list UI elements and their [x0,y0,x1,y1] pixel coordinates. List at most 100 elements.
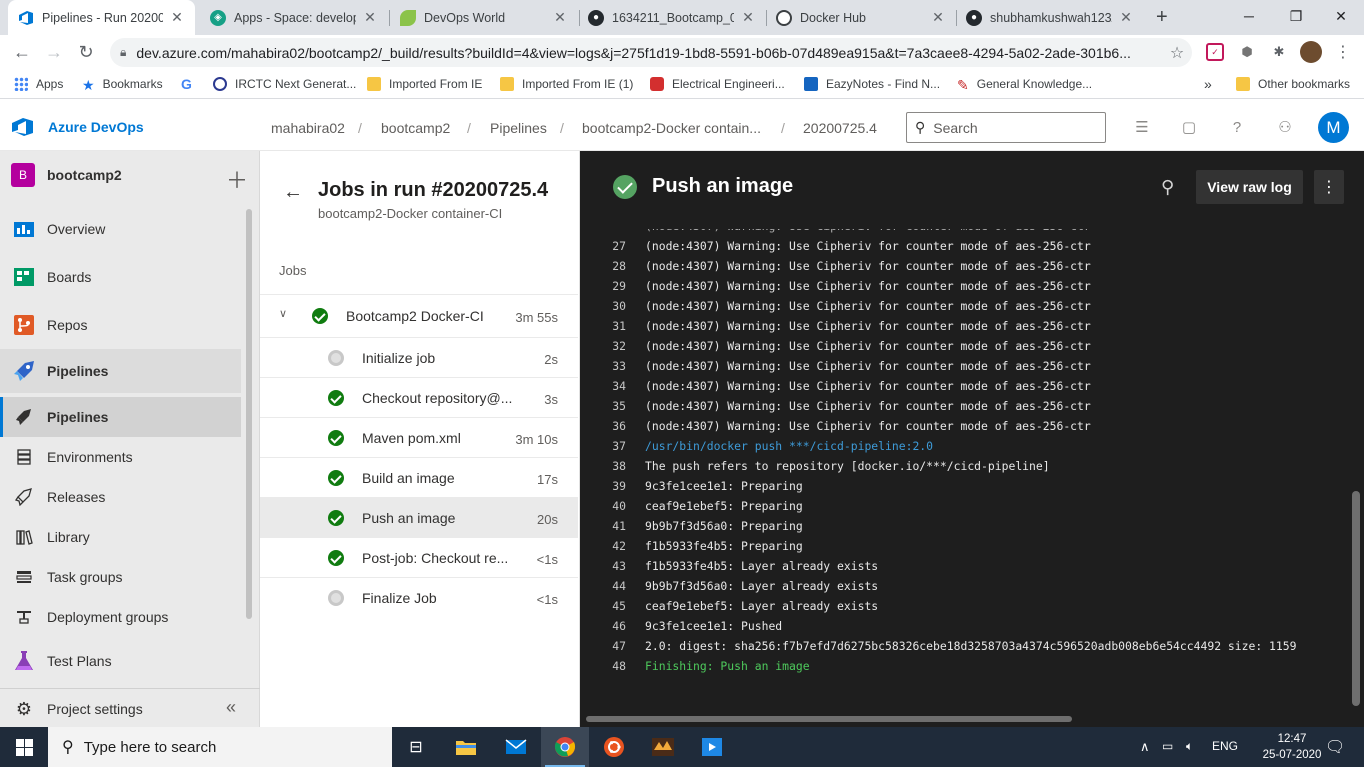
settings-list-icon[interactable]: ☰ [1132,117,1152,137]
user-avatar[interactable]: M [1318,112,1349,143]
browser-tab-apps[interactable]: ◈ Apps - Space: development ✕ [200,0,388,35]
bookmark-apps[interactable]: Apps [14,75,63,93]
close-icon[interactable]: ✕ [552,9,568,26]
log-vertical-scrollbar[interactable] [1352,491,1360,706]
sidebar-item-environments[interactable]: Environments [0,437,241,477]
chrome-taskbar-icon[interactable] [541,727,589,767]
close-icon[interactable]: ✕ [740,9,756,26]
close-icon[interactable]: ✕ [930,9,946,26]
user-settings-icon[interactable]: ⚇ [1275,117,1295,137]
breadcrumb-run[interactable]: 20200725.4 [803,120,877,136]
close-icon[interactable]: ✕ [1118,9,1134,26]
bookmarks-overflow-button[interactable]: » [1204,75,1212,93]
show-hidden-icons-icon[interactable]: ∧ [1140,739,1150,755]
reload-icon[interactable]: ↻ [74,40,98,64]
restore-icon[interactable]: ❐ [1273,0,1319,32]
step-row[interactable]: Maven pom.xml 3m 10s [260,417,578,457]
project-name[interactable]: bootcamp2 [47,167,122,183]
breadcrumb-project[interactable]: bootcamp2 [381,120,450,136]
browser-tab-pipelines[interactable]: Pipelines - Run 20200725.4 ✕ [8,0,195,35]
collapse-sidebar-icon[interactable]: « [226,697,236,718]
media-player-icon[interactable] [688,727,736,767]
sidebar-item-deployment-groups[interactable]: Deployment groups [0,597,241,637]
browser-tab-devops-world[interactable]: DevOps World ✕ [390,0,578,35]
sidebar-item-repos[interactable]: Repos [0,305,241,345]
ubuntu-icon[interactable] [590,727,638,767]
marketplace-bag-icon[interactable]: ▢ [1179,117,1199,137]
minimize-icon[interactable]: ─ [1226,0,1272,32]
step-row[interactable]: Post-job: Checkout re... <1s [260,537,578,577]
azure-devops-logo-icon[interactable] [12,117,34,137]
bookmark-irctc[interactable]: IRCTC Next Generat... [213,75,356,93]
extensions-puzzle-icon[interactable]: ✱ [1270,43,1288,61]
sidebar-item-test-plans[interactable]: Test Plans [0,641,241,681]
mail-icon[interactable] [492,727,540,767]
step-row[interactable]: Finalize Job <1s [260,577,578,617]
step-row[interactable]: Checkout repository@... 3s [260,377,578,417]
bookmark-star-icon[interactable]: ☆ [1162,43,1192,63]
bookmark-other-bookmarks[interactable]: Other bookmarks [1236,75,1350,93]
file-explorer-icon[interactable] [442,727,490,767]
breadcrumb-pipeline-definition[interactable]: bootcamp2-Docker contain... [582,120,761,136]
sidebar-item-releases[interactable]: Releases [0,477,241,517]
close-icon[interactable]: ✕ [169,9,185,26]
bookmark-folder-imported-ie[interactable]: Imported From IE [367,75,482,93]
sidebar-item-pipelines[interactable]: Pipelines [0,397,241,437]
browser-tab-docker-hub[interactable]: Docker Hub ✕ [766,0,956,35]
bookmark-bookmarks[interactable]: ★ Bookmarks [82,75,163,93]
more-actions-button[interactable]: ⋮ [1314,170,1344,204]
game-app-icon[interactable] [639,727,687,767]
step-row[interactable]: Initialize job 2s [260,337,578,377]
help-icon[interactable]: ? [1227,117,1247,137]
breadcrumb-org[interactable]: mahabira02 [271,120,345,136]
job-row[interactable]: ∨ Bootcamp2 Docker-CI 3m 55s [260,294,578,337]
log-horizontal-scrollbar[interactable] [586,716,1072,722]
close-icon[interactable]: ✕ [362,9,378,26]
chevron-down-icon[interactable]: ∨ [279,307,287,320]
forward-arrow-icon[interactable]: → [42,40,66,64]
back-arrow-icon[interactable]: ← [10,40,34,64]
bookmark-folder-imported-ie-1[interactable]: Imported From IE (1) [500,75,633,93]
task-view-icon[interactable]: ⊟ [392,727,440,767]
notifications-icon[interactable]: 🗨︎ [1325,737,1345,757]
profile-avatar[interactable] [1300,41,1322,63]
new-tab-button[interactable]: + [1150,0,1180,35]
taskbar-search-input[interactable]: ⚲ Type here to search [48,727,392,767]
sidebar-item-pipelines-group[interactable]: Pipelines [0,349,241,393]
language-indicator[interactable]: ENG [1212,739,1238,753]
search-input[interactable]: ⚲ Search [906,112,1106,143]
back-arrow-icon[interactable]: ← [283,181,303,204]
step-row[interactable]: Build an image 17s [260,457,578,497]
view-raw-log-button[interactable]: View raw log [1196,170,1303,204]
browser-tab-bootcamp[interactable]: ● 1634211_Bootcamp_05 ✕ [578,0,766,35]
bookmark-label: Imported From IE (1) [522,77,634,91]
extension-pocket-icon[interactable]: ✓ [1206,43,1224,61]
sidebar-item-overview[interactable]: Overview [0,209,241,249]
window-close-icon[interactable]: ✕ [1318,0,1364,32]
sidebar-item-library[interactable]: Library [0,517,241,557]
chrome-menu-icon[interactable]: ⋮ [1334,43,1352,61]
log-content[interactable]: (node:4307) Warning: Use Cipheriv for co… [580,229,1350,699]
sidebar-item-task-groups[interactable]: Task groups [0,557,241,597]
bookmark-general-knowledge[interactable]: ✎ General Knowledge... [957,75,1092,93]
step-name: Initialize job [362,350,436,366]
add-icon[interactable]: ＋ [226,163,248,195]
sidebar-item-boards[interactable]: Boards [0,257,241,297]
search-icon[interactable]: ⚲ [1161,177,1174,198]
sidebar-scrollbar[interactable] [246,209,252,619]
network-icon[interactable]: ▭ [1162,739,1173,753]
apps-grid-icon [14,77,28,91]
product-name[interactable]: Azure DevOps [48,119,144,135]
windows-start-icon[interactable] [0,727,48,767]
bookmark-eazynotes[interactable]: EazyNotes - Find N... [804,75,940,93]
bookmark-google[interactable]: G [181,75,192,93]
project-settings-button[interactable]: ⚙ Project settings [0,689,200,729]
bookmark-electrical[interactable]: Electrical Engineeri... [650,75,785,93]
volume-icon[interactable]: 🔈︎ [1186,739,1193,754]
step-row-selected[interactable]: Push an image 20s [260,497,578,537]
browser-tab-github-repo[interactable]: ● shubhamkushwah123/c ✕ [956,0,1144,35]
address-bar[interactable]: 🔒︎ dev.azure.com/mahabira02/bootcamp2/_b… [110,38,1192,67]
clock[interactable]: 12:47 25-07-2020 [1262,731,1322,763]
extension-hex-icon[interactable]: ⬢ [1238,43,1256,61]
breadcrumb-pipelines[interactable]: Pipelines [490,120,547,136]
